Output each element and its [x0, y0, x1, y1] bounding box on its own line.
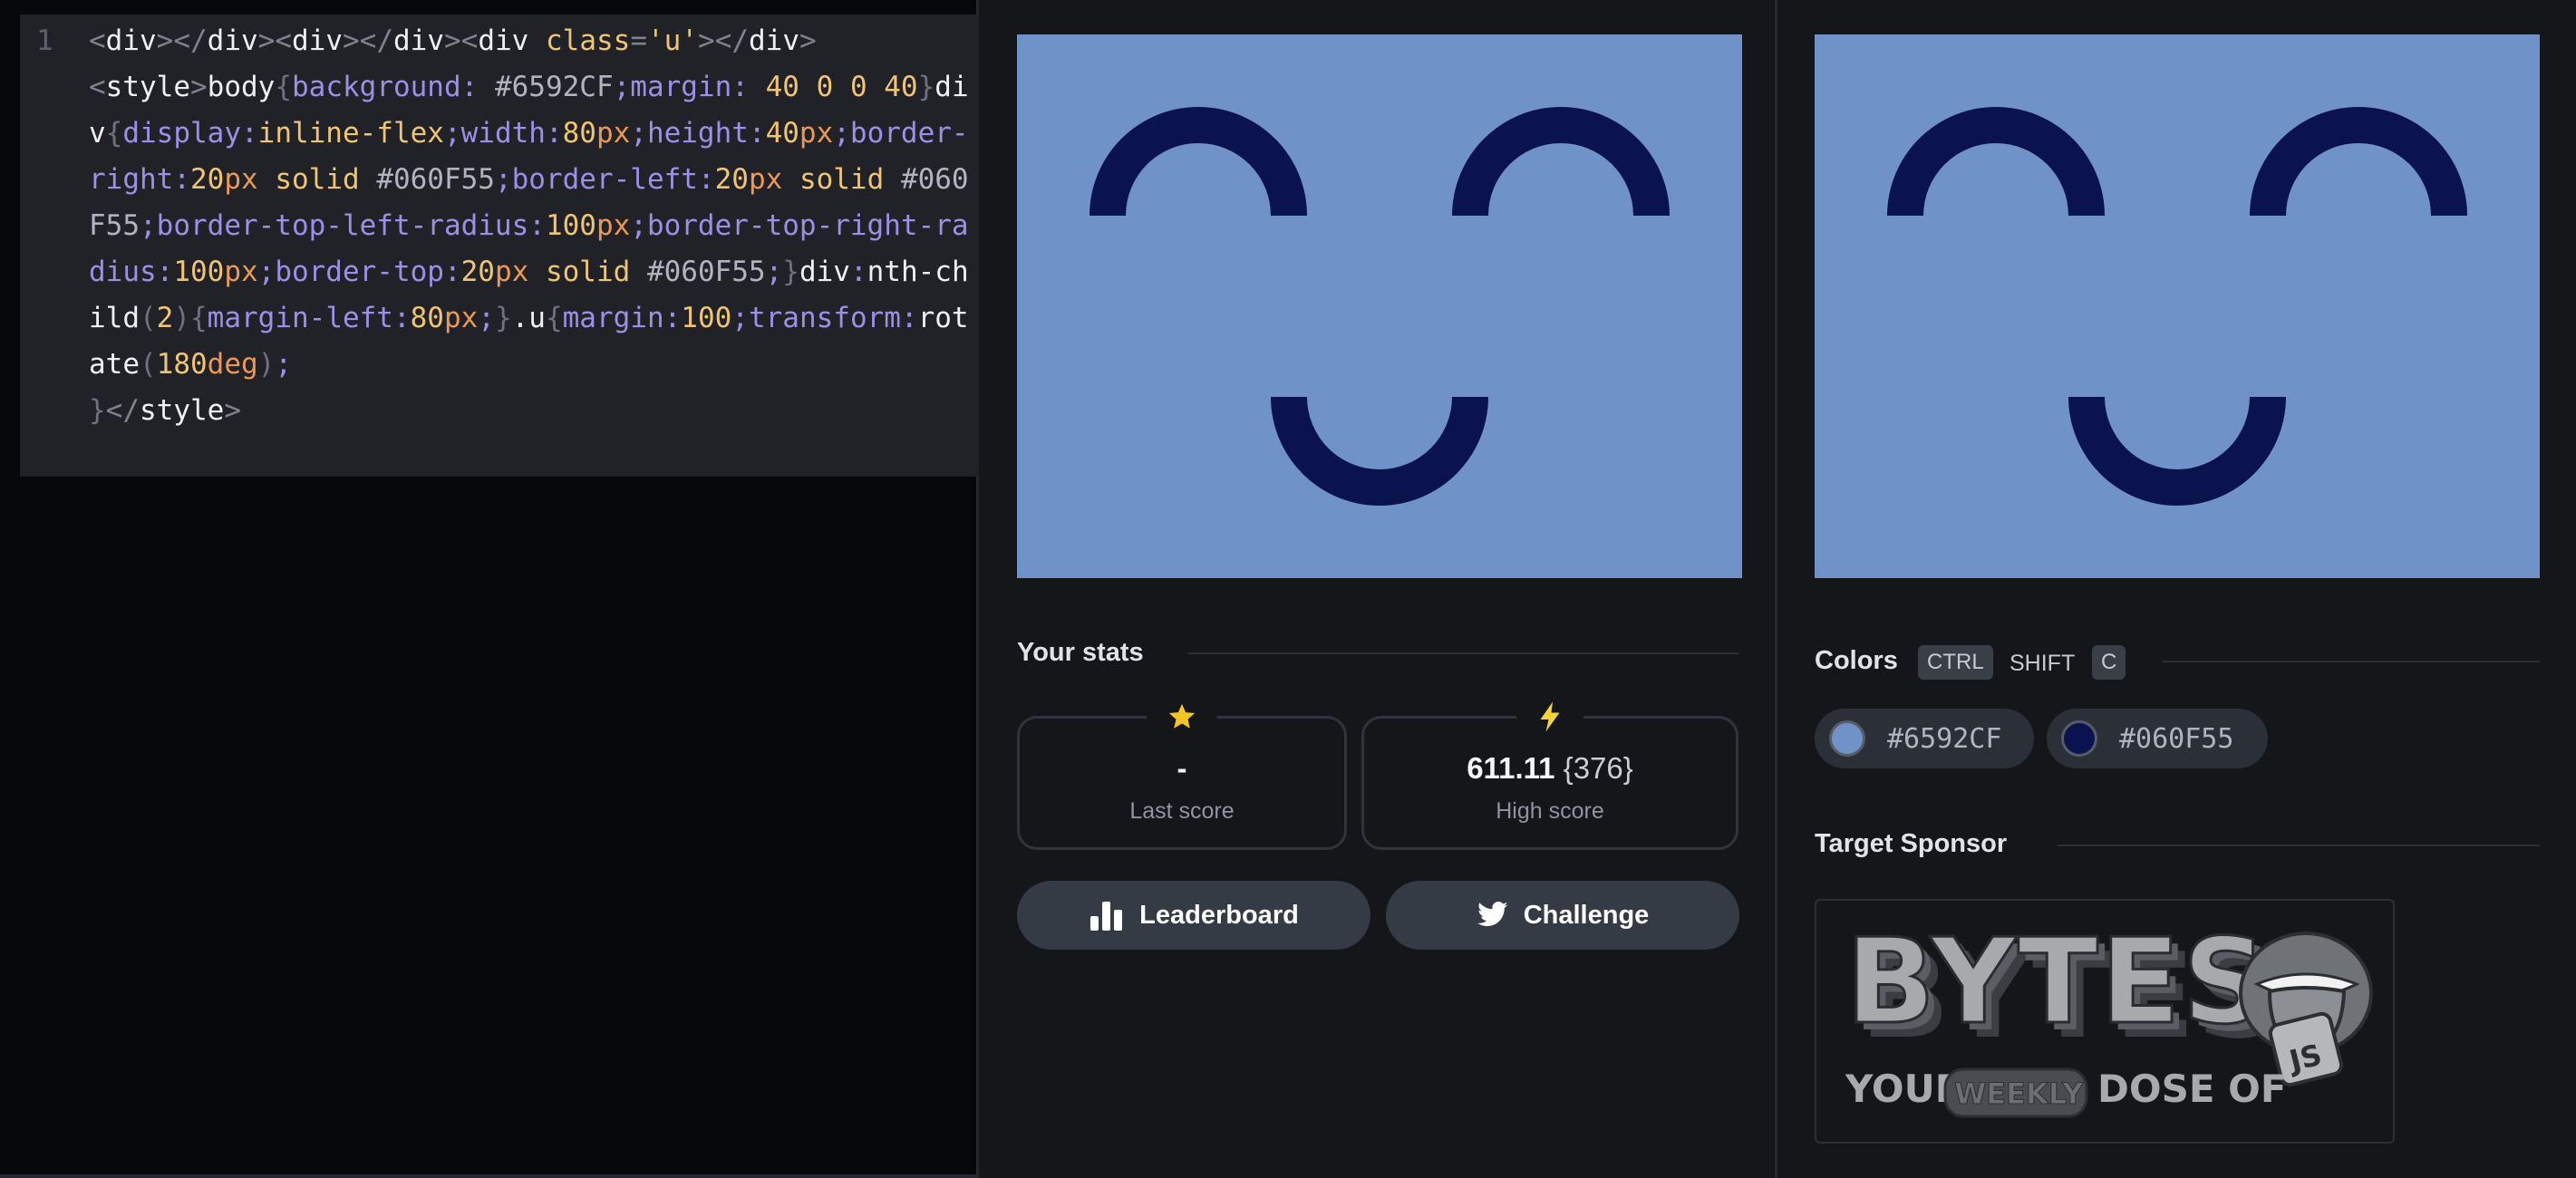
target-shapes [1887, 107, 2467, 506]
color-swatch-label-dark: #060F55 [2119, 722, 2234, 755]
output-preview[interactable] [1017, 34, 1742, 578]
ctrl-key-hint: CTRL [1918, 645, 1993, 680]
sponsor-title-rule [2058, 845, 2540, 846]
leaderboard-label: Leaderboard [1139, 900, 1299, 930]
code-text[interactable]: <div></div><div></div><div class='u'></d… [89, 18, 977, 434]
tagline-weekly: WEEKLY [1954, 1077, 2084, 1111]
challenge-label: Challenge [1523, 900, 1650, 930]
high-score-value-line: 611.11 {376} [1364, 751, 1736, 786]
sponsor-banner[interactable]: BYTES BYTES BYTES JS YOUR WEEKLY DOSE OF [1815, 899, 2395, 1144]
last-score-value: - [1177, 751, 1187, 785]
sponsor-title: Target Sponsor [1815, 829, 2008, 858]
leaderboard-button[interactable]: Leaderboard [1017, 881, 1370, 950]
colors-title-rule [2163, 661, 2540, 662]
bottom-u-shape [1271, 397, 1488, 506]
challenge-button[interactable]: Challenge [1386, 881, 1739, 950]
editor-bottom-border [0, 1174, 979, 1178]
left-arch-shape [1887, 107, 2105, 216]
color-swatch-light[interactable]: #6592CF [1815, 709, 2034, 768]
target-preview [1815, 34, 2540, 578]
code-input-area[interactable]: 1 <div></div><div></div><div class='u'><… [20, 14, 979, 477]
color-swatch-dark[interactable]: #060F55 [2047, 709, 2268, 768]
left-arch-shape [1089, 107, 1307, 216]
tagline-dose-of: DOSE OF [2097, 1067, 2287, 1111]
stats-title: Your stats [1017, 638, 1144, 667]
color-dot-light [1829, 720, 1865, 757]
last-score-card: - Last score [1017, 699, 1347, 850]
shift-key-hint: SHIFT [2009, 651, 2076, 676]
panel-divider [1775, 0, 1777, 1178]
lightning-icon [1516, 699, 1583, 735]
high-score-value: 611.11 [1467, 751, 1555, 785]
color-swatch-label-light: #6592CF [1887, 722, 2002, 755]
high-score-extra: {376} [1563, 751, 1633, 785]
color-dot-dark [2061, 720, 2097, 757]
line-number: 1 [36, 24, 53, 57]
bar-chart-icon [1090, 902, 1123, 931]
high-score-card: 611.11 {376} High score [1361, 699, 1738, 850]
high-score-label: High score [1496, 798, 1604, 824]
bottom-u-shape [2068, 397, 2286, 506]
right-arch-shape [1452, 107, 1670, 216]
bytes-logo: BYTES BYTES BYTES JS YOUR WEEKLY DOSE OF [1845, 912, 2373, 1118]
twitter-icon [1477, 902, 1508, 926]
output-shapes [1089, 107, 1670, 506]
colors-title: Colors [1815, 646, 1898, 675]
c-key-hint: C [2092, 645, 2126, 680]
star-icon [1147, 699, 1217, 735]
stats-title-rule [1187, 652, 1738, 654]
right-arch-shape [2250, 107, 2467, 216]
code-editor[interactable]: 1 <div></div><div></div><div class='u'><… [0, 0, 979, 1178]
bytes-logo-word: BYTES [1845, 912, 2269, 1050]
last-score-label: Last score [1129, 798, 1235, 824]
